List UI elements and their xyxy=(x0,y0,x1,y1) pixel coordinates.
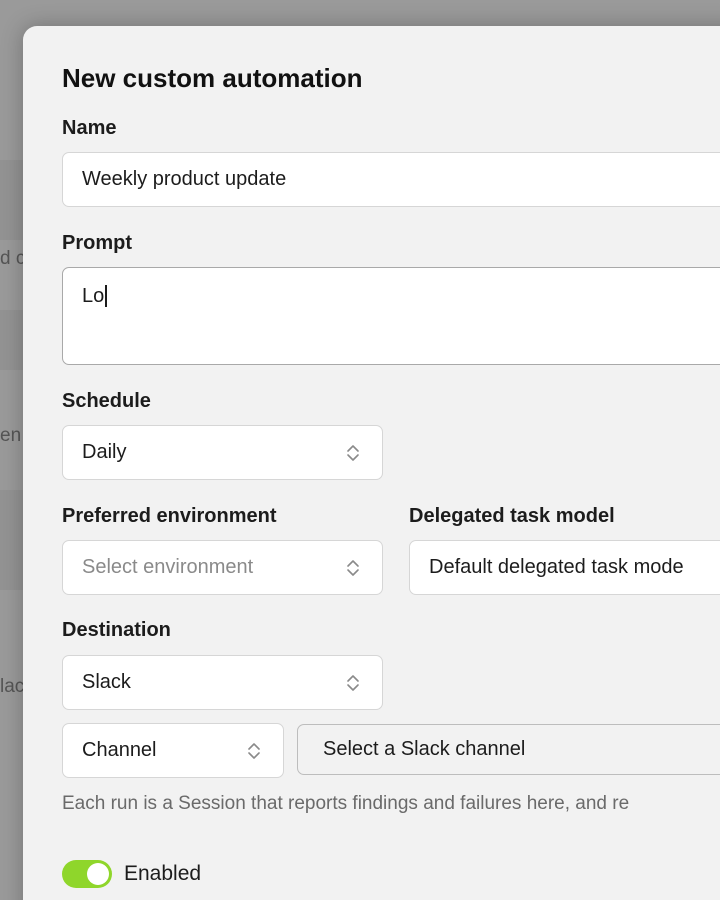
model-select[interactable]: Default delegated task mode xyxy=(409,540,720,595)
name-input-value: Weekly product update xyxy=(82,168,287,190)
channel-type-select[interactable]: Channel xyxy=(62,723,284,778)
model-select-value: Default delegated task mode xyxy=(429,556,684,578)
destination-select-value: Slack xyxy=(82,671,131,693)
prompt-textarea[interactable]: Lo xyxy=(62,267,720,365)
name-input[interactable]: Weekly product update xyxy=(62,152,720,207)
destination-select[interactable]: Slack xyxy=(62,655,383,710)
slack-channel-select[interactable]: Select a Slack channel xyxy=(297,724,720,775)
background-text: lac xyxy=(0,676,25,697)
schedule-select-value: Daily xyxy=(82,441,127,463)
model-label: Delegated task model xyxy=(409,505,615,527)
slack-channel-select-placeholder: Select a Slack channel xyxy=(323,738,526,760)
toggle-knob xyxy=(87,863,109,885)
enabled-label: Enabled xyxy=(124,862,202,885)
helper-text: Each run is a Session that reports findi… xyxy=(62,793,630,814)
background-text: en xyxy=(0,425,22,446)
text-cursor xyxy=(105,285,108,307)
chevron-updown-icon xyxy=(347,674,359,691)
environment-label: Preferred environment xyxy=(62,505,277,527)
dialog-title: New custom automation xyxy=(62,63,363,93)
prompt-textarea-value: Lo xyxy=(82,285,105,307)
schedule-label: Schedule xyxy=(62,390,151,412)
schedule-select[interactable]: Daily xyxy=(62,425,383,480)
prompt-label: Prompt xyxy=(62,232,132,254)
background-text: d c xyxy=(0,248,26,269)
environment-select-placeholder: Select environment xyxy=(82,556,254,578)
chevron-updown-icon xyxy=(347,444,359,461)
chevron-updown-icon xyxy=(248,742,260,759)
enabled-toggle[interactable] xyxy=(62,860,112,888)
channel-type-select-value: Channel xyxy=(82,739,157,761)
name-label: Name xyxy=(62,117,117,139)
environment-select[interactable]: Select environment xyxy=(62,540,383,595)
destination-label: Destination xyxy=(62,619,171,641)
chevron-updown-icon xyxy=(347,559,359,576)
